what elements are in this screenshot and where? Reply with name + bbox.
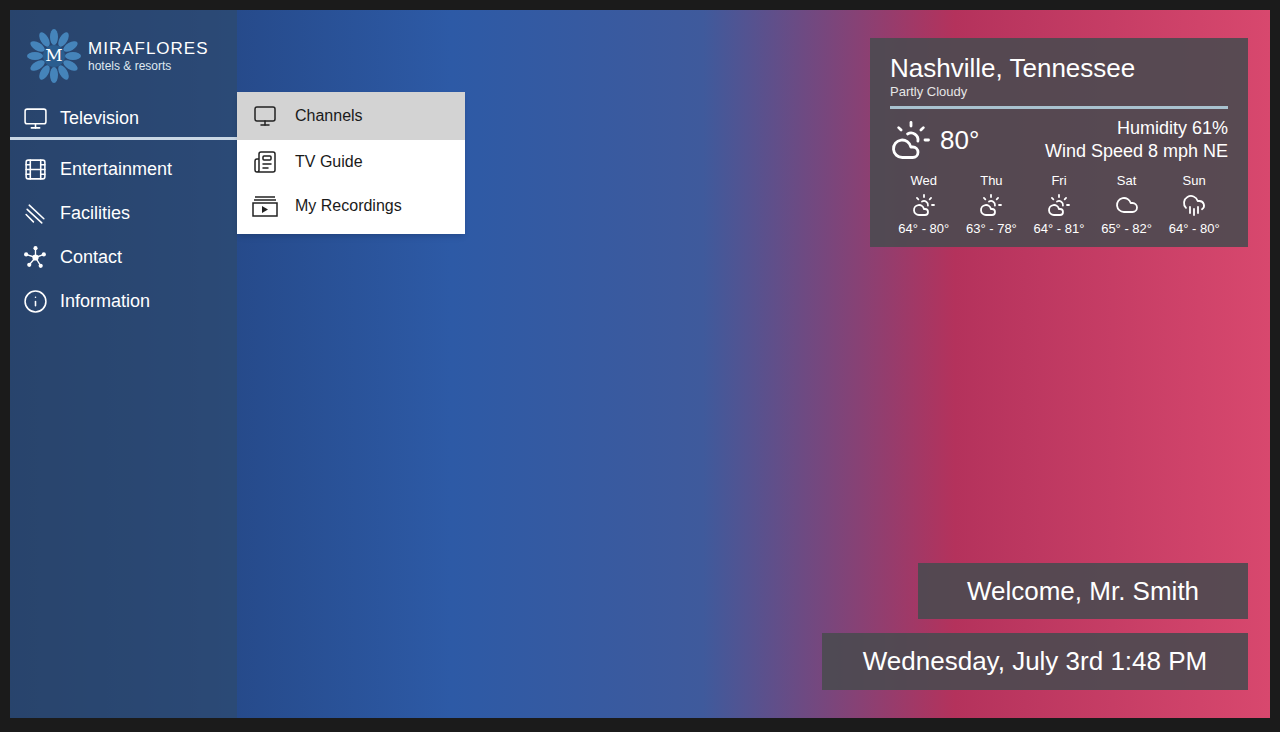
screen: M MIRAFLOREShotels & resorts Television Ent… <box>10 10 1270 718</box>
contact-icon <box>23 245 48 270</box>
weather-condition: Partly Cloudy <box>890 84 1228 100</box>
sidebar-item[interactable]: Information <box>10 279 237 323</box>
brand-tagline: hotels & resorts <box>88 59 209 74</box>
weather-divider <box>890 106 1228 109</box>
welcome-banner: Welcome, Mr. Smith <box>918 563 1248 619</box>
current-weather-icon <box>890 119 932 161</box>
tv-guide-icon <box>251 150 279 174</box>
forecast-day: Sun64° - 80° <box>1160 173 1228 237</box>
recordings-icon <box>251 194 279 218</box>
television-icon <box>23 106 48 131</box>
humidity: Humidity 61% <box>1117 117 1228 140</box>
brand-logo: M MIRAFLOREShotels & resorts <box>10 10 237 92</box>
wind-speed: Wind Speed 8 mph NE <box>1045 140 1228 163</box>
date-time: Wednesday, July 3rd 1:48 PM <box>822 633 1248 690</box>
logo-mark: M <box>26 28 82 84</box>
sidebar-item[interactable]: Facilities <box>10 191 237 235</box>
submenu-item[interactable]: My Recordings <box>237 184 465 228</box>
forecast-day: Fri64° - 81° <box>1025 173 1093 237</box>
information-icon <box>23 289 48 314</box>
main-menu: Television EntertainmentFacilitiesContact… <box>10 92 237 323</box>
forecast-weather-icon <box>912 193 936 217</box>
forecast-weather-icon <box>1047 193 1071 217</box>
submenu-item[interactable]: Channels <box>237 92 465 140</box>
brand-name: MIRAFLORES <box>88 39 209 59</box>
forecast: Wed64° - 80°Thu63° - 78°Fri64° - 81°Sat6… <box>890 173 1228 237</box>
tv-frame: M MIRAFLOREShotels & resorts Television Ent… <box>0 0 1280 732</box>
monitor-icon <box>251 104 279 128</box>
forecast-weather-icon <box>979 193 1003 217</box>
sidebar-item[interactable]: Television <box>10 100 237 140</box>
forecast-weather-icon <box>1115 193 1139 217</box>
forecast-day: Wed64° - 80° <box>890 173 958 237</box>
sidebar: M MIRAFLOREShotels & resorts Television Ent… <box>10 10 237 718</box>
television-submenu: ChannelsTV GuideMy Recordings <box>237 92 465 234</box>
facilities-icon <box>23 201 48 226</box>
forecast-day: Sat65° - 82° <box>1093 173 1161 237</box>
forecast-weather-icon <box>1182 193 1206 217</box>
film-icon <box>23 157 48 182</box>
sidebar-item[interactable]: Contact <box>10 235 237 279</box>
sidebar-item[interactable]: Entertainment <box>10 147 237 191</box>
temperature: 80° <box>940 121 979 160</box>
forecast-day: Thu63° - 78° <box>958 173 1026 237</box>
weather-city: Nashville, Tennessee <box>890 52 1228 84</box>
submenu-item[interactable]: TV Guide <box>237 140 465 184</box>
weather-panel: Nashville, TennesseePartly Cloudy 80° Humi… <box>870 38 1248 247</box>
